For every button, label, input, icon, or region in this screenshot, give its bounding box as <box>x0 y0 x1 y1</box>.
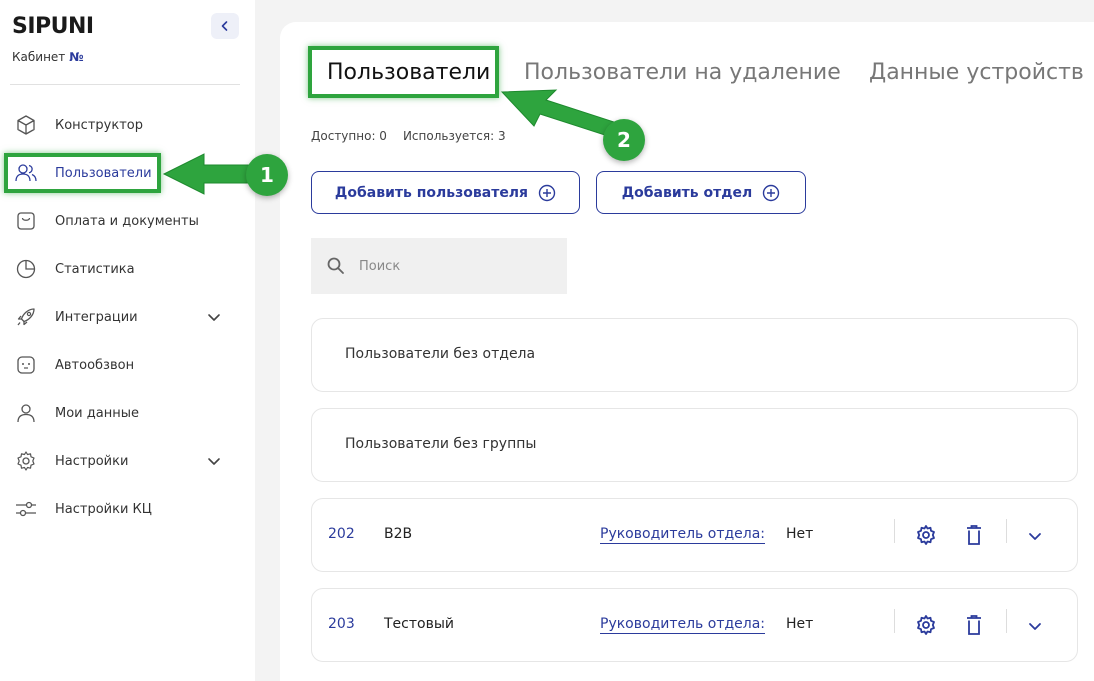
sidebar-item-label: Автообзвон <box>55 357 135 373</box>
search-icon <box>327 257 344 274</box>
sidebar-item-autodial[interactable]: Автообзвон <box>0 343 255 387</box>
sidebar-item-label: Настройки КЦ <box>55 501 152 517</box>
stats-used: Используется: 3 <box>402 129 506 143</box>
sidebar-item-integrations[interactable]: Интеграции <box>0 295 255 339</box>
sliders-icon <box>14 497 38 521</box>
sidebar: SIPUNI Кабинет № Конструктор Пользователи… <box>0 0 255 681</box>
sidebar-item-label: Мои данные <box>55 405 139 421</box>
search-placeholder: Поиск <box>359 258 401 274</box>
add-user-button-label: Добавить пользователя <box>334 184 529 201</box>
sidebar-item-constructor[interactable]: Конструктор <box>0 103 255 147</box>
sidebar-divider <box>10 84 240 85</box>
license-stats: Доступно: 0 Используется: 3 <box>311 129 506 143</box>
gear-icon[interactable] <box>915 614 937 636</box>
trash-icon[interactable] <box>964 524 984 546</box>
sidebar-item-payments[interactable]: Оплата и документы <box>0 199 255 243</box>
plus-circle-icon <box>763 184 780 201</box>
highlight-box-users <box>4 153 161 193</box>
sidebar-item-label: Оплата и документы <box>55 213 199 229</box>
divider <box>894 519 895 543</box>
chevron-down-icon[interactable] <box>205 452 223 470</box>
sidebar-item-label: Конструктор <box>55 117 143 133</box>
add-department-button-label: Добавить отдел <box>621 184 753 201</box>
chevron-down-icon[interactable] <box>1026 617 1044 635</box>
group-card-title: Пользователи без отдела <box>345 346 536 362</box>
divider <box>1006 609 1007 633</box>
cabinet-number: № <box>69 50 84 64</box>
add-user-button[interactable]: Добавить пользователя <box>311 171 580 214</box>
cabinet-label: Кабинет № <box>12 50 84 64</box>
trash-icon[interactable] <box>964 614 984 636</box>
sidebar-item-settings[interactable]: Настройки <box>0 439 255 483</box>
rocket-icon <box>14 305 38 329</box>
chevron-down-icon[interactable] <box>1026 527 1044 545</box>
sidebar-item-label: Статистика <box>55 261 135 277</box>
department-number: 203 <box>328 616 355 632</box>
divider <box>1006 519 1007 543</box>
department-manager-link[interactable]: Руководитель отдела: <box>600 616 766 634</box>
cabinet-text: Кабинет <box>12 50 66 64</box>
collapse-sidebar-button[interactable] <box>211 13 239 39</box>
sidebar-item-statistics[interactable]: Статистика <box>0 247 255 291</box>
tab-device-data[interactable]: Данные устройств <box>869 60 1084 85</box>
sidebar-item-label: Настройки <box>55 453 129 469</box>
department-name: B2B <box>384 526 413 542</box>
add-department-button[interactable]: Добавить отдел <box>596 171 806 214</box>
logo: SIPUNI <box>12 14 94 39</box>
annotation-badge-1: 1 <box>246 154 288 196</box>
group-card-no-department[interactable]: Пользователи без отдела <box>311 318 1078 392</box>
sidebar-item-my-data[interactable]: Мои данные <box>0 391 255 435</box>
tab-users-to-delete[interactable]: Пользователи на удаление <box>524 60 841 85</box>
pie-chart-icon <box>14 257 38 281</box>
user-icon <box>14 401 38 425</box>
department-name: Тестовый <box>384 616 454 632</box>
group-card-no-group[interactable]: Пользователи без группы <box>311 408 1078 482</box>
robot-face-icon <box>14 353 38 377</box>
annotation-arrow-2 <box>500 89 615 137</box>
department-row: 202 B2B Руководитель отдела: Нет <box>311 498 1078 572</box>
search-input[interactable]: Поиск <box>311 238 567 294</box>
chevron-left-icon <box>221 21 228 31</box>
chevron-down-icon[interactable] <box>205 308 223 326</box>
annotation-badge-2: 2 <box>603 119 645 161</box>
annotation-arrow-1 <box>162 153 257 195</box>
sidebar-item-label: Интеграции <box>55 309 138 325</box>
department-manager-link[interactable]: Руководитель отдела: <box>600 526 766 544</box>
plus-circle-icon <box>538 184 556 201</box>
gear-icon[interactable] <box>915 524 937 546</box>
sidebar-item-cc-settings[interactable]: Настройки КЦ <box>0 487 255 531</box>
stats-available: Доступно: 0 <box>311 129 387 143</box>
department-manager-value: Нет <box>786 616 814 632</box>
department-manager-value: Нет <box>786 526 814 542</box>
gear-icon <box>14 449 38 473</box>
cube-icon <box>14 113 38 137</box>
department-number: 202 <box>328 526 355 542</box>
department-row: 203 Тестовый Руководитель отдела: Нет <box>311 588 1078 662</box>
highlight-box-users-tab <box>308 46 499 98</box>
bag-icon <box>14 209 38 233</box>
divider <box>894 609 895 633</box>
group-card-title: Пользователи без группы <box>345 436 537 452</box>
